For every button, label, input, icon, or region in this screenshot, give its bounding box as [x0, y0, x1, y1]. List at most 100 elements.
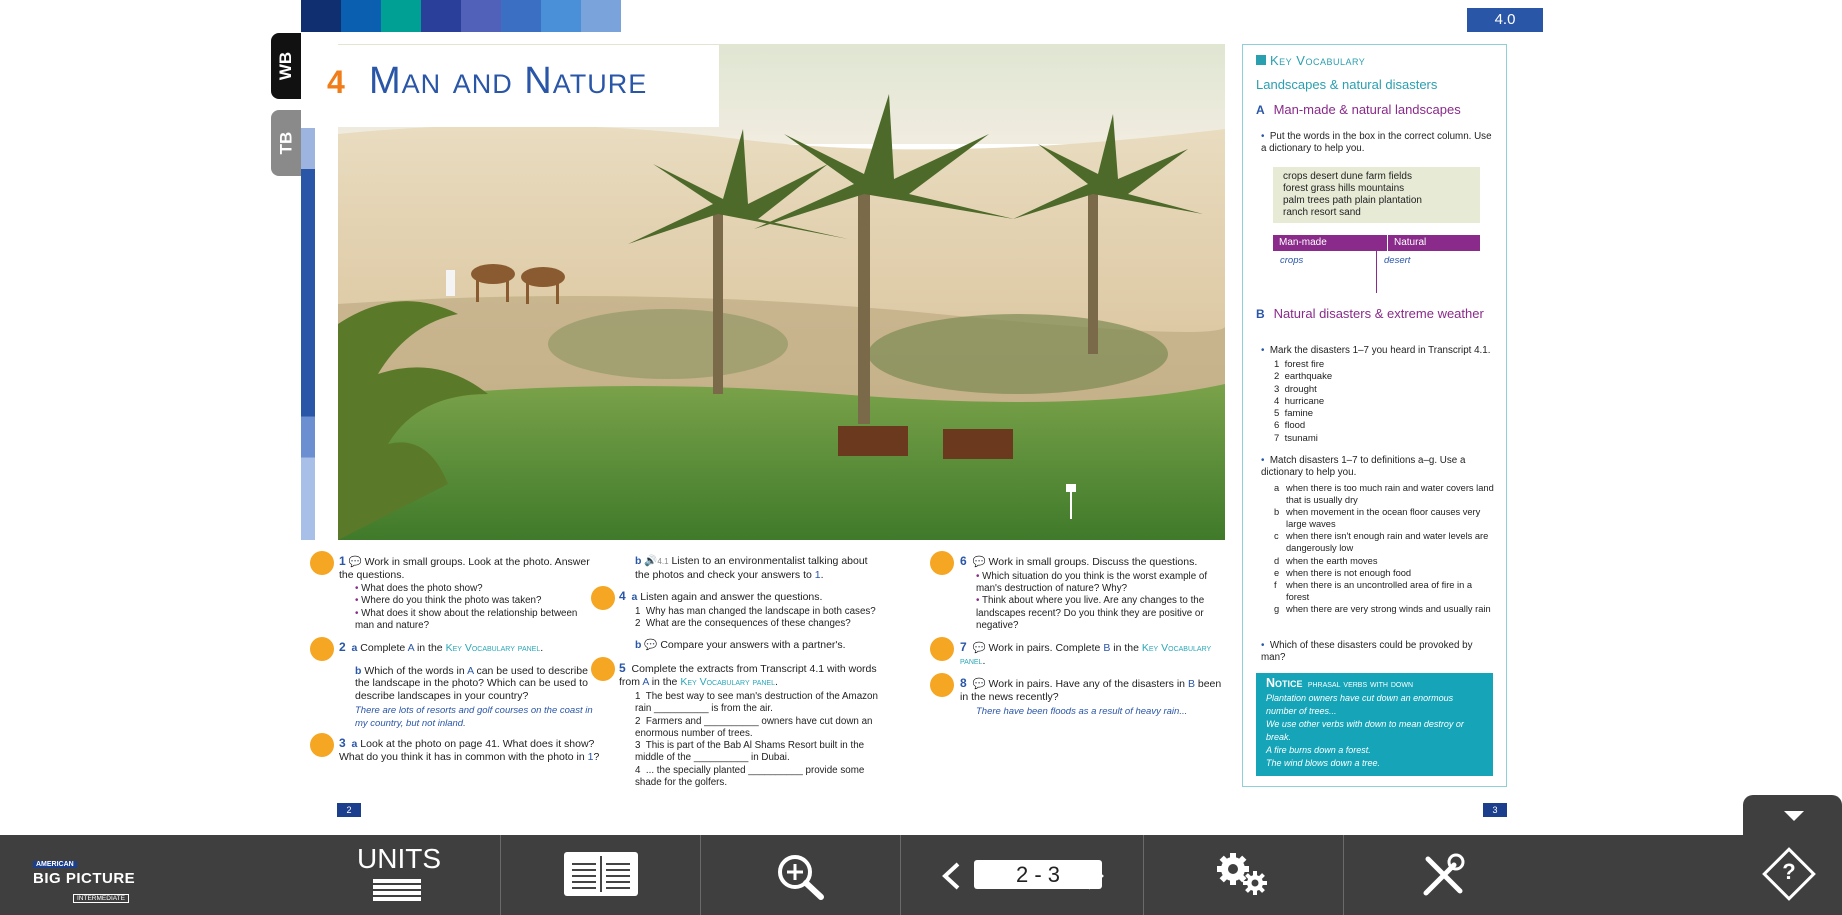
- tools-icon: [1423, 853, 1465, 896]
- tab-workbook[interactable]: WB: [271, 33, 301, 99]
- list-icon: [373, 879, 421, 901]
- vocab-icon: [1256, 55, 1266, 65]
- exercise-2: 2 a Complete A in the Key Vocabulary pan…: [339, 641, 601, 730]
- page-edge-band: [301, 128, 315, 540]
- exercise-1: 1 💬 Work in small groups. Look at the ph…: [339, 555, 599, 633]
- teacher-note-icon[interactable]: [591, 586, 615, 610]
- list-item: a when there is too much rain and water c…: [1274, 483, 1494, 506]
- teacher-note-icon[interactable]: [310, 551, 334, 575]
- collapse-toolbar-button[interactable]: [1743, 795, 1842, 835]
- list-item: f when there is an uncontrolled area of f…: [1274, 579, 1473, 602]
- units-button[interactable]: UNITS: [357, 843, 441, 901]
- color-swatch: [461, 0, 501, 32]
- book-icon: [572, 856, 630, 892]
- unit-title: Man and Nature: [369, 60, 648, 102]
- exercise-3: 3 a Look at the photo on page 41. What d…: [339, 736, 600, 763]
- table-divider: [1376, 251, 1377, 293]
- list-item: 3 This is part of the Bab Al Shams Resor…: [635, 740, 865, 764]
- list-item: 7 tsunami: [1274, 432, 1318, 444]
- tab-wb-label: WB: [275, 51, 295, 81]
- vocab-heading: Key Vocabulary: [1256, 53, 1365, 68]
- disaster-list: 1 forest fire 2 earthquake 3 drought 4 h…: [1274, 359, 1332, 445]
- gears-icon: [1217, 853, 1267, 895]
- table-header: Man-made Natural: [1273, 235, 1480, 251]
- color-swatch: [541, 0, 581, 32]
- list-item: 2 Farmers and __________ owners have cut…: [635, 715, 873, 739]
- chevron-right-icon: [1086, 862, 1104, 890]
- list-item: 5 famine: [1274, 408, 1314, 420]
- previous-page-button[interactable]: [940, 862, 962, 895]
- audio-icon[interactable]: 🔊: [644, 555, 657, 567]
- list-item: 1 forest fire: [1274, 359, 1325, 370]
- list-item: e when there is not enough food: [1274, 567, 1412, 578]
- list-item: • What does the photo show?: [355, 583, 483, 594]
- list-item: b when movement in the ocean floor causes…: [1274, 507, 1481, 530]
- exercise-8: 8 💬 Work in pairs. Have any of the disas…: [960, 676, 1222, 717]
- list-item: 3 drought: [1274, 383, 1317, 395]
- list-item: g when there are very strong winds and us…: [1274, 603, 1491, 614]
- app-logo[interactable]: AMERICAN BIG PICTURE INTERMEDIATE: [33, 853, 135, 905]
- color-swatch: [501, 0, 541, 32]
- speech-icon: 💬: [972, 556, 986, 568]
- speech-icon: 💬: [348, 556, 362, 568]
- key-vocab-link[interactable]: Key Vocabulary panel: [680, 676, 775, 688]
- list-item: • Where do you think the photo was taken…: [355, 595, 542, 607]
- speech-icon: 💬: [972, 678, 986, 690]
- list-item: • Think about where you live. Are any ch…: [976, 595, 1205, 632]
- word-box: crops desert dune farm fields forest gras…: [1273, 167, 1480, 223]
- list-item: • Which situation do you think is the wo…: [976, 570, 1208, 594]
- exercise-6: 6 💬 Work in small groups. Discuss the qu…: [960, 555, 1222, 633]
- table-cell: desert: [1384, 255, 1411, 266]
- definition-list: a when there is too much rain and water c…: [1274, 482, 1494, 615]
- tab-tb-label: TB: [275, 131, 295, 155]
- exercise-7: 7 💬 Work in pairs. Complete B in the Key…: [960, 640, 1212, 667]
- exercise-text: Work in small groups. Look at the photo.…: [339, 556, 590, 581]
- notice-box: Notice phrasal verbs with down Plantatio…: [1256, 673, 1493, 776]
- example-text: There are lots of resorts and golf cours…: [355, 705, 593, 729]
- help-button[interactable]: ?: [1762, 847, 1816, 901]
- table-cell: crops: [1280, 255, 1304, 266]
- list-item: 4 hurricane: [1274, 395, 1325, 407]
- vocab-subheading: Landscapes & natural disasters: [1256, 77, 1438, 92]
- chevron-left-icon: [942, 862, 960, 890]
- color-swatch: [581, 0, 621, 32]
- unit-number: 4: [327, 64, 345, 100]
- next-page-button[interactable]: [1084, 862, 1106, 895]
- tools-button[interactable]: [1418, 851, 1468, 906]
- key-vocab-link[interactable]: Key Vocabulary panel: [446, 642, 541, 654]
- list-item: d when the earth moves: [1274, 555, 1378, 566]
- speech-icon: 💬: [972, 642, 986, 654]
- section-b-title: B Natural disasters & extreme weather: [1256, 306, 1484, 321]
- list-item: 2 What are the consequences of these cha…: [635, 618, 851, 629]
- zoom-in-icon: [778, 855, 824, 900]
- provoked-question: • Which of these disasters could be prov…: [1261, 640, 1473, 663]
- teacher-note-icon[interactable]: [930, 637, 954, 661]
- teacher-note-icon[interactable]: [591, 657, 615, 681]
- speech-icon: 💬: [644, 638, 658, 651]
- color-strip: [301, 0, 621, 32]
- section-b-instructions: • Mark the disasters 1–7 you heard in Tr…: [1261, 345, 1491, 356]
- exercise-3b: b 🔊4.1 Listen to an environmentalist tal…: [635, 555, 868, 581]
- color-swatch: [301, 0, 341, 32]
- list-item: 1 Why has man changed the landscape in b…: [635, 605, 876, 617]
- teacher-note-icon[interactable]: [310, 733, 334, 757]
- book-view-button[interactable]: [564, 852, 638, 896]
- teacher-note-icon[interactable]: [930, 673, 954, 697]
- key-vocabulary-panel: Key Vocabulary Landscapes & natural disa…: [1242, 44, 1507, 787]
- teacher-note-icon[interactable]: [310, 637, 334, 661]
- match-instructions: • Match disasters 1–7 to definitions a–g…: [1261, 455, 1466, 478]
- settings-button[interactable]: [1215, 851, 1271, 902]
- tab-teachers-book[interactable]: TB: [271, 110, 301, 176]
- teacher-note-icon[interactable]: [930, 551, 954, 575]
- chevron-down-icon: [1784, 811, 1804, 821]
- unit-badge: 4.0: [1467, 8, 1543, 32]
- page-input[interactable]: 2 - 3: [974, 860, 1102, 889]
- page-number-left: 2: [337, 803, 361, 817]
- list-item: 4 ... the specially planted __________ p…: [635, 764, 865, 789]
- list-item: • What does it show about the relationsh…: [355, 607, 578, 632]
- list-item: 1 The best way to see man's destruction …: [635, 691, 878, 715]
- list-item: c when there isn't enough rain and water …: [1274, 531, 1489, 554]
- page-number-right: 3: [1483, 803, 1507, 817]
- zoom-button[interactable]: [775, 852, 827, 905]
- list-item: 6 flood: [1274, 420, 1306, 432]
